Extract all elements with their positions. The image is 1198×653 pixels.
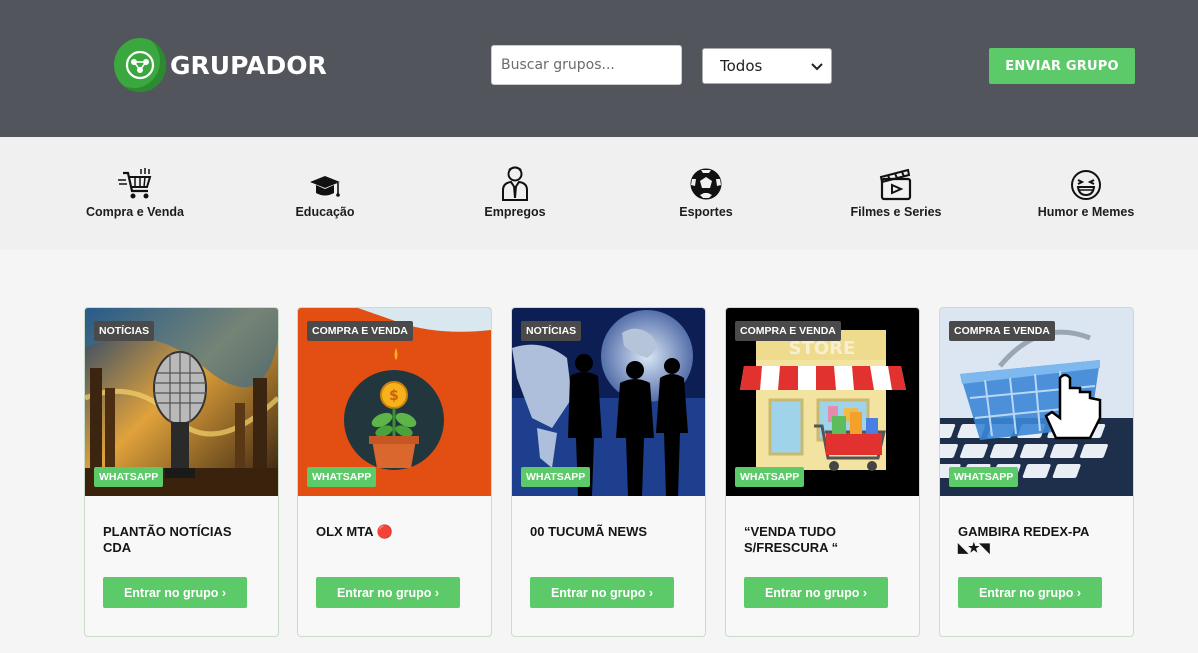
logo-icon <box>114 38 166 92</box>
category-label: Empregos <box>484 205 546 219</box>
category-tag: NOTÍCIAS <box>94 321 155 341</box>
shopping-cart-icon <box>60 165 210 201</box>
category-label: Educação <box>295 205 355 219</box>
svg-text:$: $ <box>389 388 399 404</box>
graduation-cap-icon <box>250 165 400 201</box>
whatsapp-badge: WHATSAPP <box>735 467 805 487</box>
join-group-button[interactable]: Entrar no grupo › <box>530 577 674 608</box>
category-label: Filmes e Series <box>850 205 942 219</box>
category-filter-select[interactable]: Todos <box>702 48 832 84</box>
logo-text: GRUPADOR <box>170 50 327 80</box>
group-card[interactable]: $ COMPRA E VENDA WHATSAPP OLX MTA 🔴 Entr… <box>297 307 492 637</box>
search-input[interactable] <box>491 45 682 85</box>
category-tag: COMPRA E VENDA <box>735 321 841 341</box>
site-header: GRUPADOR Todos ENVIAR GRUPO <box>0 0 1198 137</box>
category-tag: COMPRA E VENDA <box>307 321 413 341</box>
join-group-button[interactable]: Entrar no grupo › <box>316 577 460 608</box>
whatsapp-badge: WHATSAPP <box>307 467 377 487</box>
category-tag: COMPRA E VENDA <box>949 321 1055 341</box>
whatsapp-badge: WHATSAPP <box>94 467 164 487</box>
chevron-down-icon <box>811 57 823 75</box>
category-bar: Compra e Venda Educação Empregos Esporte… <box>0 137 1198 250</box>
whatsapp-badge: WHATSAPP <box>949 467 1019 487</box>
category-humor-e-memes[interactable]: Humor e Memes <box>1011 165 1161 219</box>
group-title[interactable]: PLANTÃO NOTÍCIAS CDA <box>103 524 263 556</box>
group-title[interactable]: 00 TUCUMÃ NEWS <box>530 524 690 540</box>
employee-icon <box>440 165 590 201</box>
category-esportes[interactable]: Esportes <box>631 165 781 219</box>
svg-text:STORE: STORE <box>789 338 856 359</box>
group-card[interactable]: COMPRA E VENDA WHATSAPP GAMBIRA REDEX-PA… <box>939 307 1134 637</box>
category-label: Humor e Memes <box>1037 205 1135 219</box>
category-compra-e-venda[interactable]: Compra e Venda <box>60 165 210 219</box>
category-educacao[interactable]: Educação <box>250 165 400 219</box>
join-group-button[interactable]: Entrar no grupo › <box>744 577 888 608</box>
category-tag: NOTÍCIAS <box>521 321 582 341</box>
category-filmes-e-series[interactable]: Filmes e Series <box>821 165 971 219</box>
laughing-face-icon <box>1011 165 1161 201</box>
group-title[interactable]: OLX MTA 🔴 <box>316 524 476 540</box>
join-group-button[interactable]: Entrar no grupo › <box>958 577 1102 608</box>
group-card[interactable]: NOTÍCIAS WHATSAPP 00 TUCUMÃ NEWS Entrar … <box>511 307 706 637</box>
group-card[interactable]: STORE COMPRA E VENDA WHATSAPP “VENDA TUD… <box>725 307 920 637</box>
group-card[interactable]: NOTÍCIAS WHATSAPP PLANTÃO NOTÍCIAS CDA E… <box>84 307 279 637</box>
send-group-button[interactable]: ENVIAR GRUPO <box>989 48 1135 84</box>
category-filter-value: Todos <box>720 57 763 75</box>
join-group-button[interactable]: Entrar no grupo › <box>103 577 247 608</box>
category-label: Compra e Venda <box>86 205 184 219</box>
logo[interactable]: GRUPADOR <box>114 38 327 92</box>
clapperboard-icon <box>821 165 971 201</box>
group-title[interactable]: “VENDA TUDO S/FRESCURA “ <box>744 524 904 556</box>
whatsapp-badge: WHATSAPP <box>521 467 591 487</box>
category-label: Esportes <box>679 205 733 219</box>
soccer-ball-icon <box>631 165 781 201</box>
group-title[interactable]: GAMBIRA REDEX-PA ◣★◥ <box>958 524 1118 556</box>
category-empregos[interactable]: Empregos <box>440 165 590 219</box>
